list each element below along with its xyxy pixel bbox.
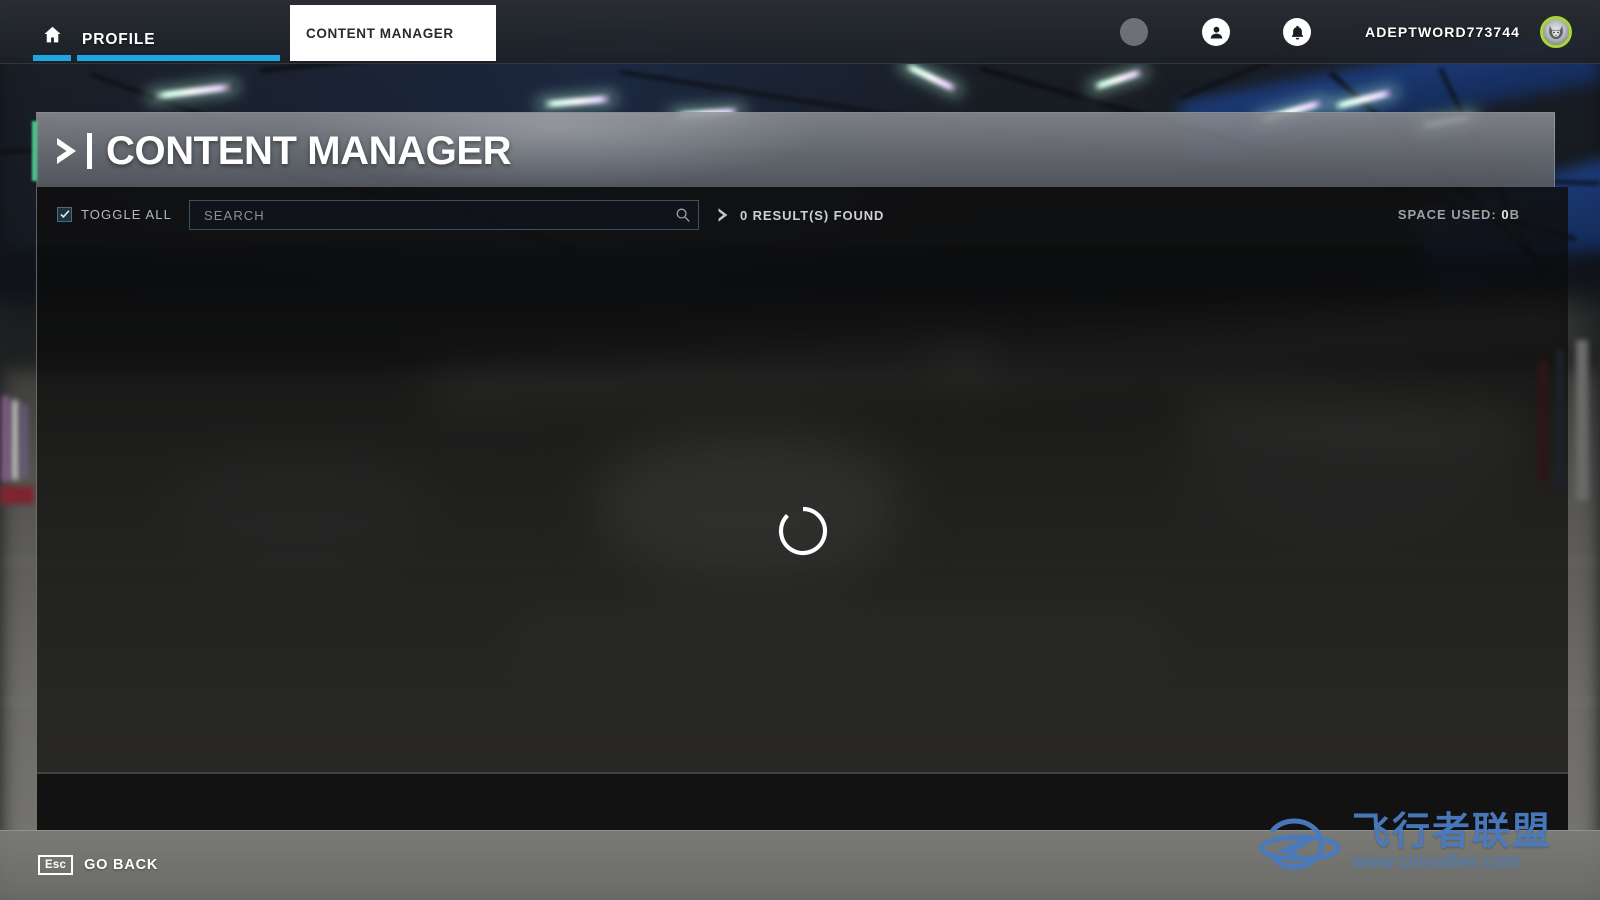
space-used-unit: B [1509,207,1520,222]
profile-tab-underline [77,55,280,61]
title-separator-bar [87,132,92,169]
accent-bar [32,121,37,181]
bell-icon[interactable] [1283,18,1311,46]
watermark-text: 飞行者联盟 www.chinaflier.com [1352,812,1552,874]
equipment-strip [1576,340,1588,500]
watermark: 飞行者联盟 www.chinaflier.com [1258,800,1578,886]
content-manager-panel: CONTENT MANAGER TOGGLE ALL SEARCH 0 RESU… [32,112,1568,830]
toggle-all-checkbox[interactable] [57,207,72,222]
toggle-all-label: TOGGLE ALL [81,207,172,222]
results-count: 0 RESULT(S) FOUND [717,207,884,223]
tab-content-manager-label: CONTENT MANAGER [306,25,454,41]
username-label: ADEPTWORD773744 [1365,24,1520,40]
results-count-label: 0 RESULT(S) FOUND [740,207,885,223]
content-toolbar: TOGGLE ALL 0 RESULT(S) FOUND [37,187,1568,245]
chevron-right-icon [717,207,730,223]
home-icon[interactable] [33,20,71,48]
equipment-strip [12,400,18,480]
equipment-strip [22,404,27,478]
search-box[interactable] [189,200,699,230]
top-navigation-bar: PROFILE CONTENT MANAGER ADEPTWORD773744 [0,0,1600,64]
watermark-url: www.chinaflier.com [1352,852,1521,873]
panel-header: CONTENT MANAGER [32,112,1555,188]
esc-key-badge: Esc [38,855,74,875]
plane-orbit-logo-icon [1258,808,1342,878]
search-icon[interactable] [668,207,698,223]
equipment-strip [0,486,34,504]
nav-profile-label[interactable]: PROFILE [82,31,155,49]
page-title: CONTENT MANAGER [106,128,512,173]
avatar[interactable] [1540,16,1572,48]
loading-spinner [777,505,829,557]
watermark-brand: 飞行者联盟 [1352,809,1553,853]
home-tab-underline [33,55,71,61]
toggle-all-control[interactable]: TOGGLE ALL [57,207,172,222]
space-used-value: 0 [1501,207,1510,222]
account-icon[interactable] [1202,18,1230,46]
content-list-area [37,245,1568,772]
equipment-strip [2,396,9,482]
page-title-row: CONTENT MANAGER [54,113,512,188]
tab-content-manager[interactable]: CONTENT MANAGER [290,5,496,61]
space-used-prefix: SPACE USED: [1397,207,1502,222]
chevron-right-icon [54,134,84,168]
search-input[interactable] [190,201,668,229]
panel-body: TOGGLE ALL 0 RESULT(S) FOUND [36,187,1568,830]
friends-icon[interactable] [1120,18,1148,46]
check-icon [59,209,70,218]
go-back-label: GO BACK [84,857,159,873]
go-back-button[interactable]: Esc GO BACK [38,855,158,875]
space-used-label: SPACE USED: 0B [1398,207,1520,222]
